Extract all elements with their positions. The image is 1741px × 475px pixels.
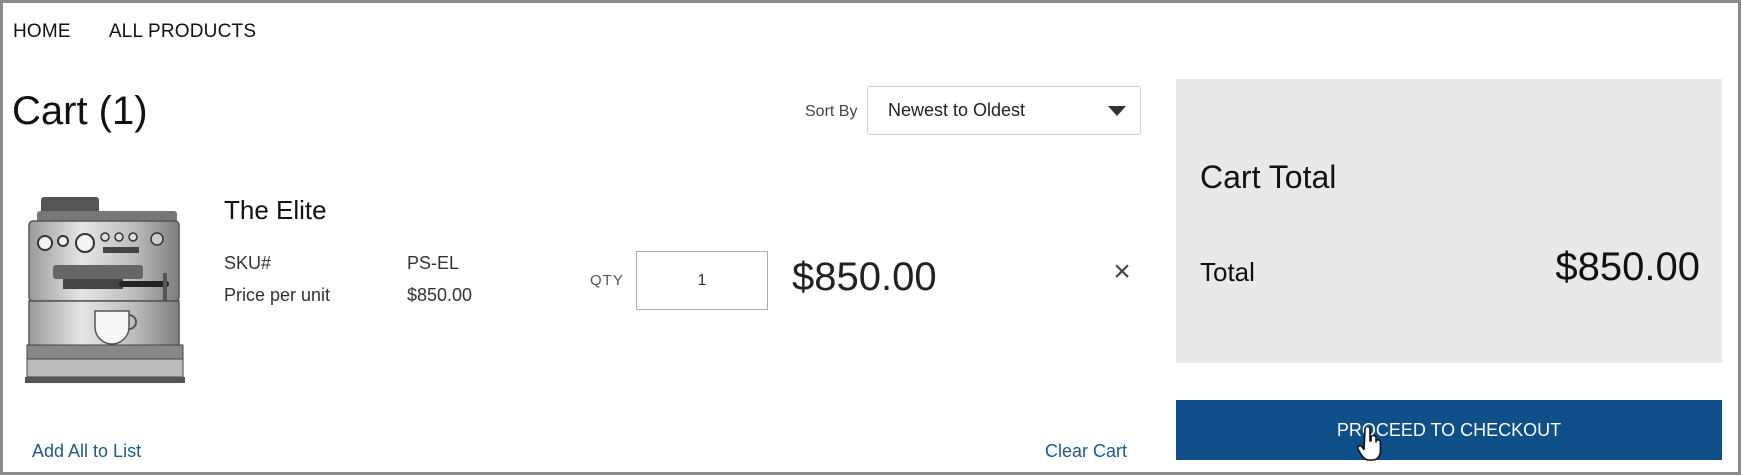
price-per-unit-label: Price per unit (224, 285, 331, 305)
remove-item-icon[interactable]: × (1107, 257, 1137, 287)
cart-total-panel: Cart Total Total $850.00 (1176, 79, 1722, 363)
clear-cart-link[interactable]: Clear Cart (1045, 441, 1127, 462)
hand-cursor-icon (1357, 427, 1382, 461)
sort-label: Sort By (805, 103, 858, 120)
price-per-unit-value: $850.00 (407, 285, 473, 305)
page-title: Cart (1) (12, 89, 148, 133)
chevron-down-icon (1108, 106, 1126, 116)
product-name[interactable]: The Elite (224, 195, 327, 226)
quantity-input[interactable] (636, 251, 768, 310)
sort-select[interactable]: Newest to Oldest (867, 86, 1141, 135)
total-label: Total (1200, 257, 1255, 287)
espresso-machine-image (25, 197, 185, 383)
sku-value: PS-EL (407, 253, 460, 273)
nav-all-products-link[interactable]: ALL PRODUCTS (109, 21, 256, 43)
nav-home-link[interactable]: HOME (13, 21, 71, 43)
qty-label: QTY (590, 272, 624, 289)
sku-label: SKU# (224, 253, 272, 273)
sort-selected-value: Newest to Oldest (888, 100, 1026, 120)
total-value: $850.00 (1555, 245, 1700, 289)
add-all-to-list-link[interactable]: Add All to List (32, 441, 141, 462)
proceed-to-checkout-button[interactable]: PROCEED TO CHECKOUT (1176, 400, 1722, 460)
app-frame: HOME ALL PRODUCTS Cart (1) Sort By Newes… (0, 0, 1741, 475)
cart-total-heading: Cart Total (1200, 159, 1337, 195)
line-total-price: $850.00 (792, 255, 937, 299)
top-nav: HOME ALL PRODUCTS (13, 21, 256, 43)
